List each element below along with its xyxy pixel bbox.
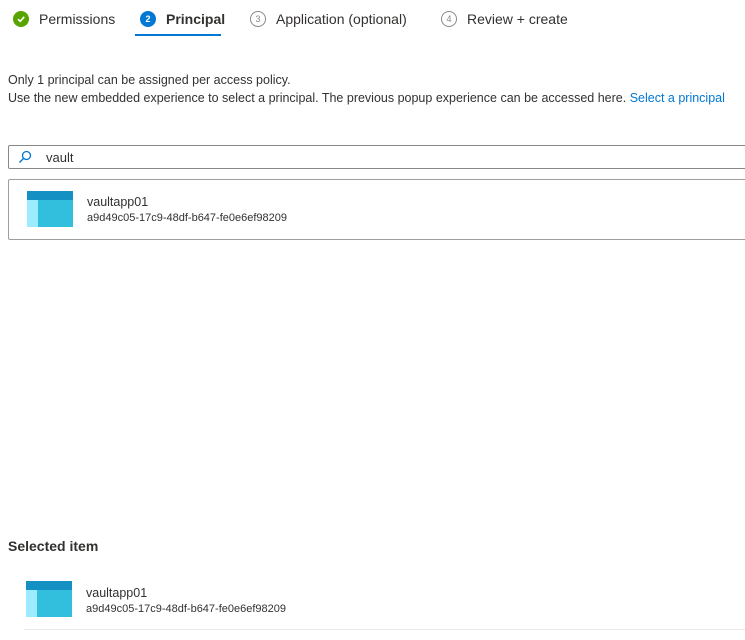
step-label: Permissions — [39, 11, 116, 27]
selected-item-heading: Selected item — [8, 538, 99, 554]
selected-item: vaultapp01 a9d49c05-17c9-48df-b647-fe0e6… — [8, 572, 745, 630]
wizard-steps: Permissions 2 Principal 3 Application (o… — [0, 0, 745, 40]
search-box[interactable] — [8, 145, 745, 169]
search-input[interactable] — [44, 148, 648, 166]
tab-principal[interactable]: 2 Principal — [140, 8, 225, 30]
info-line-1: Only 1 principal can be assigned per acc… — [8, 73, 291, 87]
step-label: Principal — [166, 11, 226, 27]
result-name: vaultapp01 — [87, 195, 149, 209]
step-number-badge: 3 — [250, 11, 266, 27]
step-label: Application (optional) — [276, 11, 407, 27]
search-icon — [19, 150, 32, 163]
info-line-2: Use the new embedded experience to selec… — [8, 89, 725, 107]
info-text: Only 1 principal can be assigned per acc… — [8, 71, 725, 107]
selected-id: a9d49c05-17c9-48df-b647-fe0e6ef98209 — [86, 603, 286, 615]
tab-review-create[interactable]: 4 Review + create — [441, 8, 568, 30]
app-registration-icon — [27, 191, 73, 227]
divider — [24, 629, 745, 630]
checkmark-icon — [13, 11, 29, 27]
step-label: Review + create — [467, 11, 568, 27]
select-principal-link[interactable]: Select a principal — [630, 91, 725, 105]
selected-name: vaultapp01 — [86, 586, 148, 600]
step-number-badge: 2 — [140, 11, 156, 27]
app-registration-icon — [26, 581, 72, 617]
tab-permissions[interactable]: Permissions — [13, 8, 115, 30]
result-id: a9d49c05-17c9-48df-b647-fe0e6ef98209 — [87, 212, 287, 224]
search-result-item[interactable]: vaultapp01 a9d49c05-17c9-48df-b647-fe0e6… — [8, 179, 745, 240]
info-line-2-text: Use the new embedded experience to selec… — [8, 91, 627, 105]
step-number-badge: 4 — [441, 11, 457, 27]
tab-application[interactable]: 3 Application (optional) — [250, 8, 407, 30]
active-tab-indicator — [135, 34, 221, 36]
